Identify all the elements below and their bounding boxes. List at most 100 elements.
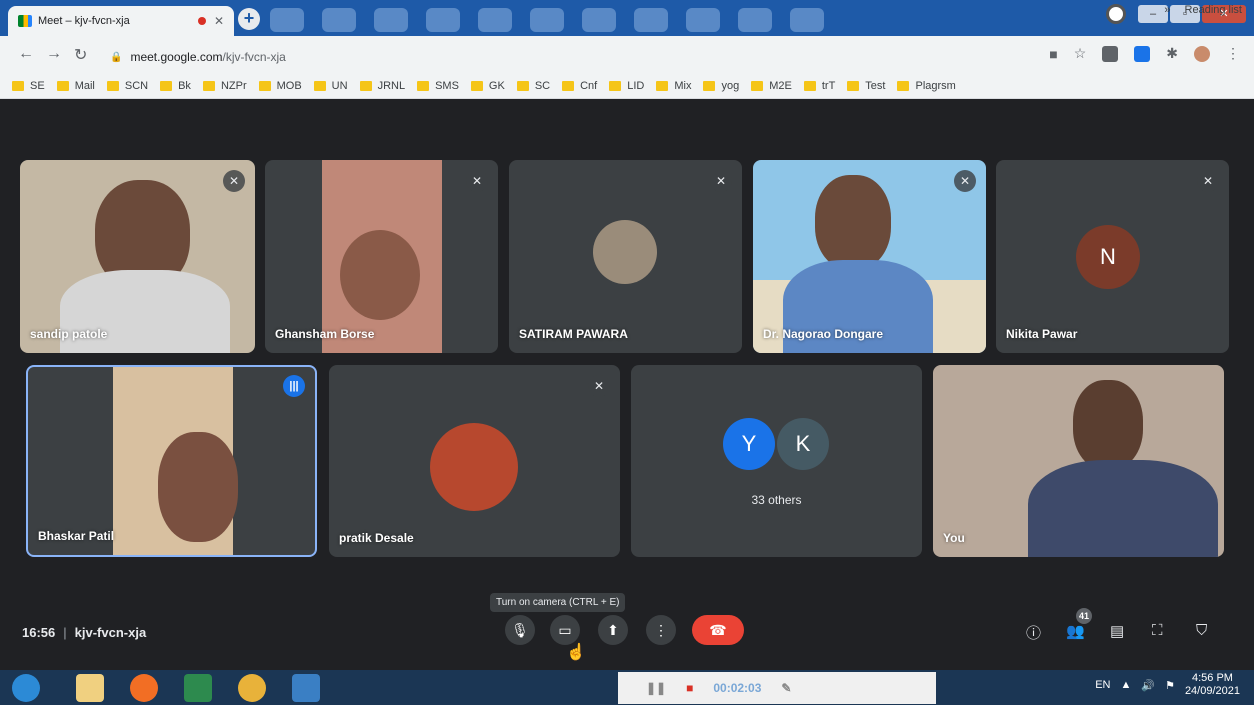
url-input[interactable]: 🔒 meet.google.com/kjv-fvcn-xja: [110, 45, 1070, 69]
new-tab-button[interactable]: +: [238, 8, 260, 30]
activities-icon[interactable]: ⛶: [1152, 622, 1163, 639]
tab-blurred[interactable]: [634, 8, 668, 32]
participant-tile-self[interactable]: You: [933, 365, 1224, 557]
bookmark-item[interactable]: SMS: [417, 80, 459, 92]
tab-blurred[interactable]: [478, 8, 512, 32]
bookmark-item[interactable]: Mix: [656, 80, 691, 92]
forward-icon[interactable]: →: [46, 45, 62, 63]
more-options-button[interactable]: ⋮: [646, 615, 676, 645]
profile-avatar-icon[interactable]: [1194, 45, 1210, 62]
bookmark-item[interactable]: Plagrsm: [897, 80, 956, 92]
flag-icon[interactable]: ⚑: [1165, 679, 1175, 692]
back-icon[interactable]: ←: [18, 45, 34, 63]
tab-blurred[interactable]: [686, 8, 720, 32]
extensions-puzzle-icon[interactable]: ✱: [1166, 45, 1178, 62]
extension-d-icon[interactable]: [1134, 45, 1151, 62]
tab-blurred[interactable]: [530, 8, 564, 32]
bookmark-star-icon[interactable]: ☆: [1074, 45, 1087, 62]
stop-icon[interactable]: ■: [686, 681, 693, 695]
folder-icon: [202, 81, 215, 91]
bookmark-item[interactable]: yog: [703, 80, 739, 92]
extension-icon[interactable]: [1102, 45, 1119, 62]
tray-arrow-icon[interactable]: ▲: [1120, 679, 1131, 691]
firefox-icon[interactable]: [130, 674, 158, 702]
bookmark-item[interactable]: SE: [12, 80, 45, 92]
others-tile[interactable]: Y K 33 others: [631, 365, 922, 557]
bookmark-item[interactable]: UN: [313, 80, 348, 92]
participant-name: You: [943, 531, 965, 545]
tab-blurred[interactable]: [322, 8, 356, 32]
reading-list-button[interactable]: Reading list: [1185, 4, 1242, 16]
bookmark-label: Bk: [178, 80, 191, 92]
folder-icon: [313, 81, 326, 91]
participant-video: [1073, 380, 1143, 470]
close-tab-icon[interactable]: ✕: [214, 14, 224, 28]
profile-circle-icon[interactable]: [1106, 4, 1126, 24]
browser-toolbar-right: ■ ☆ ✱ ⋮: [1049, 45, 1240, 62]
bookmark-item[interactable]: SCN: [106, 80, 148, 92]
others-initial: Y: [723, 418, 775, 470]
folder-icon: [106, 81, 119, 91]
tab-blurred[interactable]: [426, 8, 460, 32]
tab-blurred[interactable]: [790, 8, 824, 32]
chrome-icon[interactable]: [238, 674, 266, 702]
separator: |: [63, 625, 67, 640]
volume-icon[interactable]: 🔊: [1141, 679, 1155, 692]
participant-tile[interactable]: ✕ SATIRAM PAWARA: [509, 160, 742, 353]
people-icon[interactable]: 👥: [1066, 622, 1085, 640]
bookmark-item[interactable]: LID: [609, 80, 644, 92]
meet-app-icon[interactable]: [292, 674, 320, 702]
reload-icon[interactable]: ↻: [74, 45, 87, 65]
participant-tile[interactable]: ✕ Dr. Nagorao Dongare: [753, 160, 986, 353]
bookmark-item[interactable]: JRNL: [359, 80, 405, 92]
folder-icon: [12, 81, 24, 91]
excel-icon[interactable]: [184, 674, 212, 702]
language-indicator[interactable]: EN: [1095, 679, 1110, 691]
bookmark-item[interactable]: SC: [516, 80, 550, 92]
tab-blurred[interactable]: [374, 8, 408, 32]
bookmark-item[interactable]: M2E: [751, 80, 792, 92]
participant-tile[interactable]: ✕ Ghansham Borse: [265, 160, 498, 353]
bookmarks-overflow[interactable]: »: [1164, 4, 1170, 16]
end-call-button[interactable]: ☎: [692, 615, 744, 645]
participant-tile[interactable]: N ✕ Nikita Pawar: [996, 160, 1229, 353]
bookmark-item[interactable]: MOB: [258, 80, 302, 92]
bookmark-item[interactable]: GK: [470, 80, 505, 92]
participant-initial: N: [1076, 225, 1140, 289]
camera-blocked-icon[interactable]: ■: [1049, 46, 1057, 62]
tab-blurred[interactable]: [738, 8, 772, 32]
participant-tile[interactable]: ✕ pratik Desale: [329, 365, 620, 557]
bookmark-item[interactable]: NZPr: [202, 80, 247, 92]
present-button[interactable]: ⬆: [598, 615, 628, 645]
clock-date: 24/09/2021: [1184, 685, 1240, 697]
camera-button[interactable]: ▭: [550, 615, 580, 645]
participant-tile-active[interactable]: ||| Bhaskar Patil: [26, 365, 317, 557]
tab-blurred[interactable]: [582, 8, 616, 32]
bookmark-label: SMS: [435, 80, 459, 92]
folder-icon: [803, 81, 816, 91]
bookmark-label: UN: [331, 80, 348, 92]
tab-blurred[interactable]: [270, 8, 304, 32]
bookmark-item[interactable]: Bk: [160, 80, 191, 92]
bookmark-item[interactable]: trT: [803, 80, 835, 92]
camera-icon: ▭: [558, 622, 572, 638]
pen-icon[interactable]: ✎: [781, 681, 791, 695]
folder-icon: [562, 81, 575, 91]
tab-strip: Meet – kjv-fvcn-xja ✕ + – ▫ ✕: [0, 0, 1254, 36]
mic-button[interactable]: 🎙: [505, 615, 535, 645]
pause-icon[interactable]: ❚❚: [646, 681, 666, 695]
meeting-details-icon[interactable]: ⓘ: [1026, 622, 1041, 643]
bookmark-item[interactable]: Mail: [56, 80, 95, 92]
start-button-icon[interactable]: [12, 674, 40, 702]
tab-meet[interactable]: Meet – kjv-fvcn-xja ✕: [8, 6, 234, 36]
host-controls-icon[interactable]: ⛉: [1196, 622, 1207, 639]
bookmark-item[interactable]: Cnf: [562, 80, 597, 92]
participant-tile[interactable]: ✕ sandip patole: [20, 160, 255, 353]
bookmark-item[interactable]: Test: [847, 80, 885, 92]
participant-name: SATIRAM PAWARA: [519, 327, 628, 341]
clock[interactable]: 4:56 PM 24/09/2021: [1185, 672, 1240, 698]
bookmark-label: MOB: [276, 80, 302, 92]
file-explorer-icon[interactable]: [76, 674, 104, 702]
chat-icon[interactable]: ▤: [1110, 622, 1124, 640]
menu-dots-icon[interactable]: ⋮: [1226, 45, 1240, 62]
